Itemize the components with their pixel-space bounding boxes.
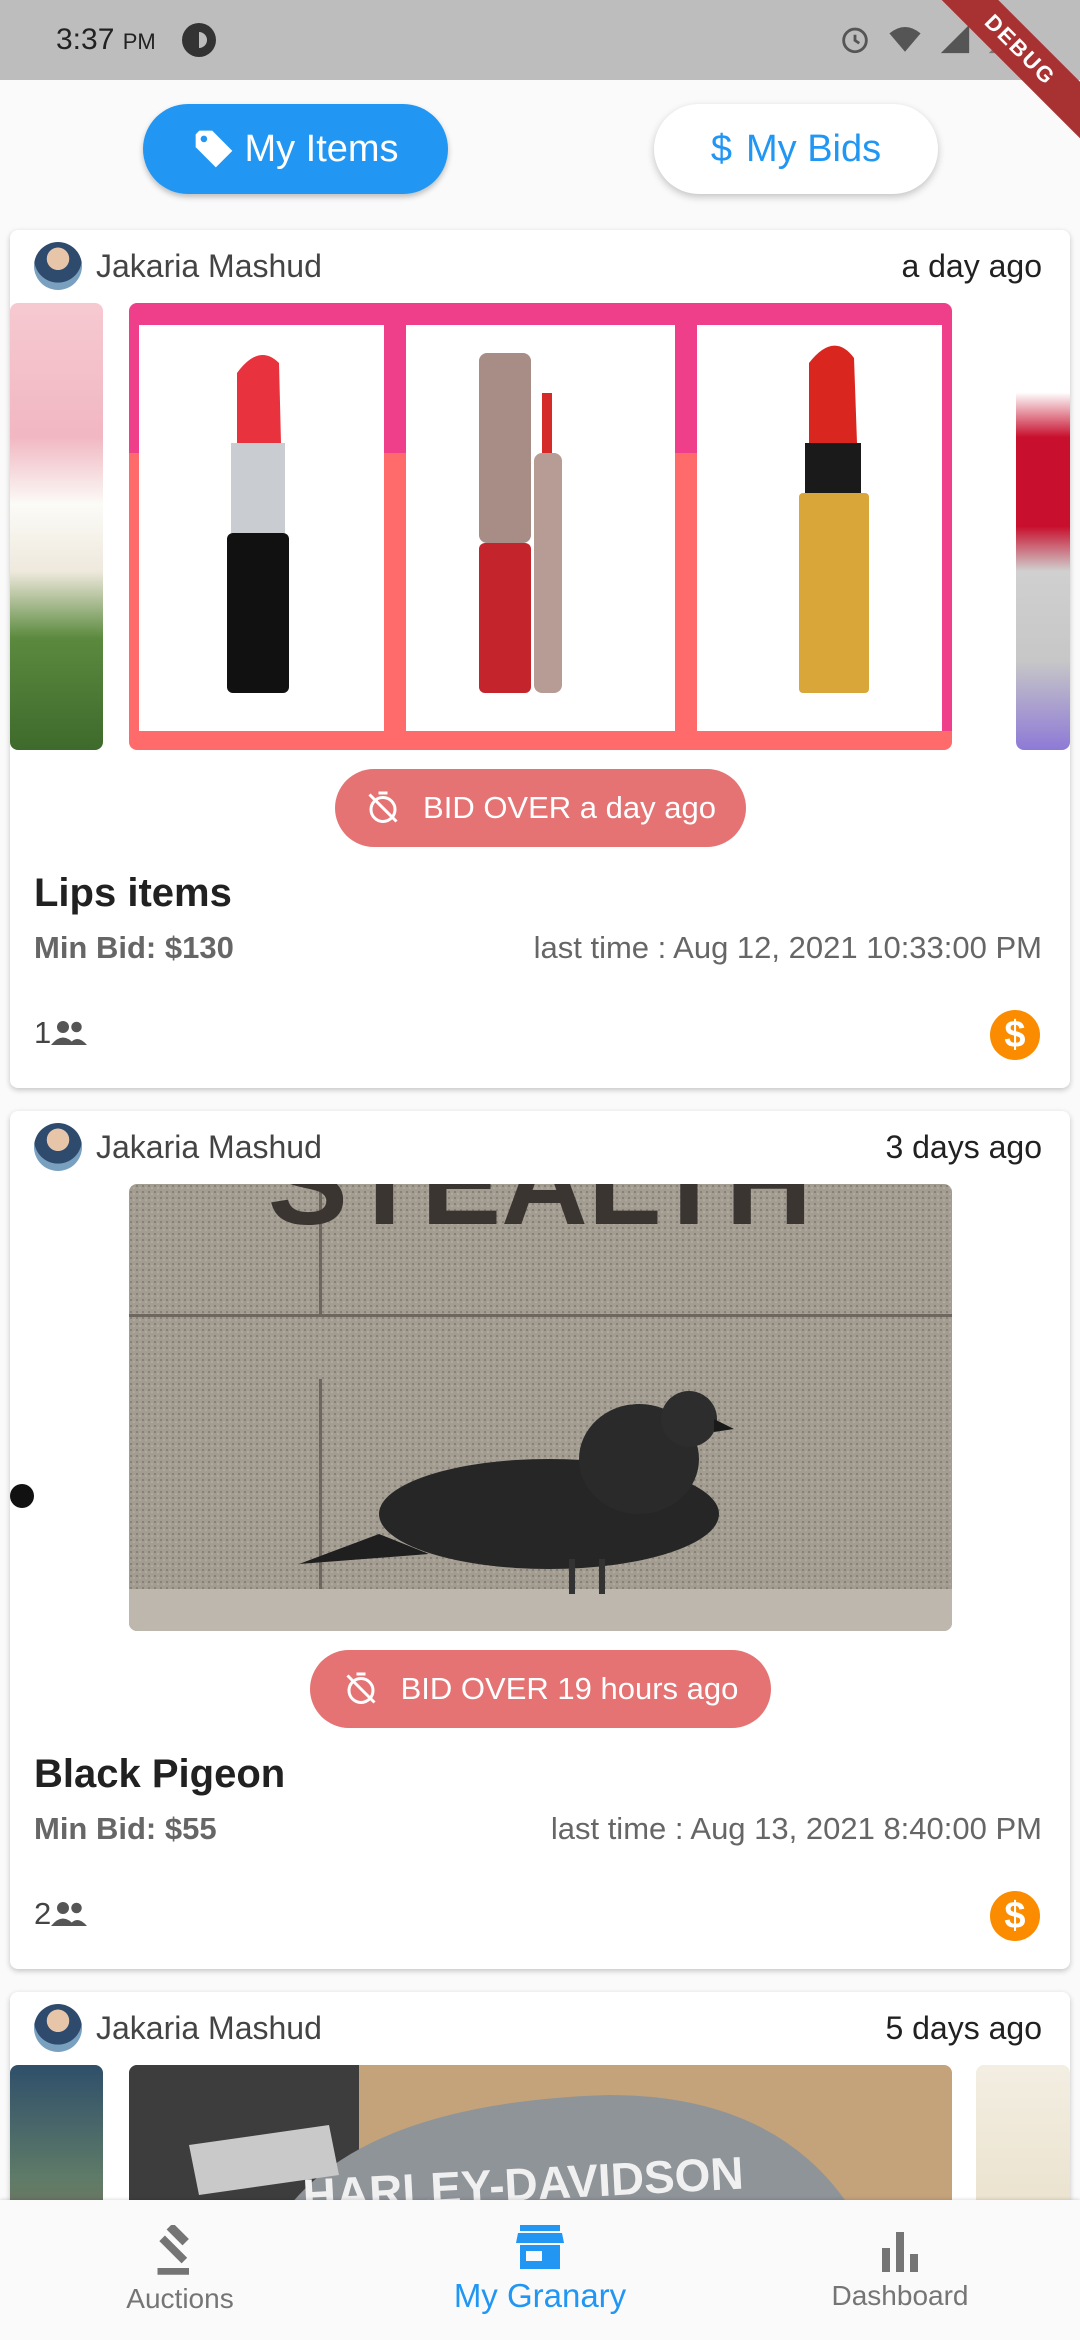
bidder-count: 2 (34, 1896, 88, 1932)
app-notification-icon (181, 23, 216, 57)
min-bid: Min Bid: $130 (34, 930, 234, 965)
posted-time: a day ago (901, 247, 1042, 284)
owner-name: Jakaria Mashud (96, 2009, 322, 2046)
gavel-icon (157, 2225, 189, 2275)
posted-time: 3 days ago (885, 1128, 1042, 1165)
card-header: Jakaria Mashud 3 days ago (34, 1121, 1042, 1173)
bar-chart-icon (882, 2232, 918, 2272)
signal-icon (940, 24, 970, 54)
min-bid: Min Bid: $55 (34, 1811, 217, 1846)
nav-auctions-label: Auctions (126, 2283, 234, 2314)
owner-name: Jakaria Mashud (96, 1128, 322, 1165)
carousel-main-image[interactable] (129, 303, 952, 750)
nav-dashboard[interactable]: Dashboard (720, 2200, 1080, 2340)
carousel-prev-image[interactable] (10, 1184, 103, 1631)
card-header: Jakaria Mashud 5 days ago (34, 2002, 1042, 2054)
bidder-count-value: 2 (34, 1896, 52, 1931)
dollar-icon: $ (710, 127, 732, 170)
carousel-prev-image[interactable] (10, 303, 103, 750)
people-icon (51, 1902, 88, 1926)
bid-status-text: BID OVER 19 hours ago (400, 1671, 739, 1706)
bid-over-badge: BID OVER a day ago (335, 769, 746, 847)
status-bar: 3:37 PM DEBUG (0, 0, 1080, 149)
dollar-icon[interactable]: $ (990, 1891, 1040, 1941)
avatar (34, 1123, 82, 1171)
bid-status-text: BID OVER a day ago (423, 790, 716, 825)
status-time: 3:37 PM (56, 23, 156, 56)
nav-my-granary-label: My Granary (453, 2277, 627, 2314)
card-header: Jakaria Mashud a day ago (34, 240, 1042, 292)
tab-toggle: My Items $ My Bids (0, 104, 1080, 194)
owner-name: Jakaria Mashud (96, 247, 322, 284)
alarm-icon (842, 27, 868, 54)
avatar (34, 2004, 82, 2052)
app-screen: 3:37 PM DEBUG My Items $ My Bids Jakaria… (0, 0, 1080, 2340)
avatar (34, 242, 82, 290)
store-icon (516, 2225, 564, 2269)
auction-card-black-pigeon[interactable]: Jakaria Mashud 3 days ago BID OVER 19 ho… (10, 1111, 1070, 1969)
tab-my-bids[interactable]: $ My Bids (654, 104, 938, 194)
nav-dashboard-label: Dashboard (831, 2280, 969, 2311)
posted-time: 5 days ago (885, 2009, 1042, 2046)
image-carousel[interactable] (10, 303, 1070, 750)
last-time: last time : Aug 13, 2021 8:40:00 PM (550, 1811, 1042, 1846)
carousel-main-image[interactable]: STEALTH (129, 1184, 952, 1631)
bidder-count: 1 (34, 1015, 88, 1051)
image-carousel[interactable]: STEALTH (10, 1184, 1070, 1631)
timer-off-icon (368, 791, 398, 823)
wifi-icon (889, 26, 921, 52)
timer-off-icon (346, 1672, 376, 1704)
tab-my-bids-label: My Bids (746, 127, 882, 170)
people-icon (51, 1021, 88, 1045)
tab-my-items[interactable]: My Items (143, 104, 448, 194)
bid-over-badge: BID OVER 19 hours ago (310, 1650, 771, 1728)
tag-icon (196, 130, 233, 168)
nav-auctions[interactable]: Auctions (0, 2200, 360, 2340)
bidder-count-value: 1 (34, 1015, 52, 1050)
auction-card-lips-items[interactable]: Jakaria Mashud a day ago BID OVER a day … (10, 230, 1070, 1088)
item-title: Lips items (34, 871, 232, 915)
bottom-navigation: Auctions My Granary Dashboard (0, 2200, 1080, 2340)
wall-lettering: STEALTH (268, 1184, 812, 1250)
tab-my-items-label: My Items (244, 127, 399, 170)
carousel-next-image[interactable] (1016, 303, 1070, 750)
nav-my-granary[interactable]: My Granary (360, 2200, 720, 2340)
last-time: last time : Aug 12, 2021 10:33:00 PM (533, 930, 1042, 965)
dollar-icon[interactable]: $ (990, 1010, 1040, 1060)
item-title: Black Pigeon (34, 1752, 286, 1796)
